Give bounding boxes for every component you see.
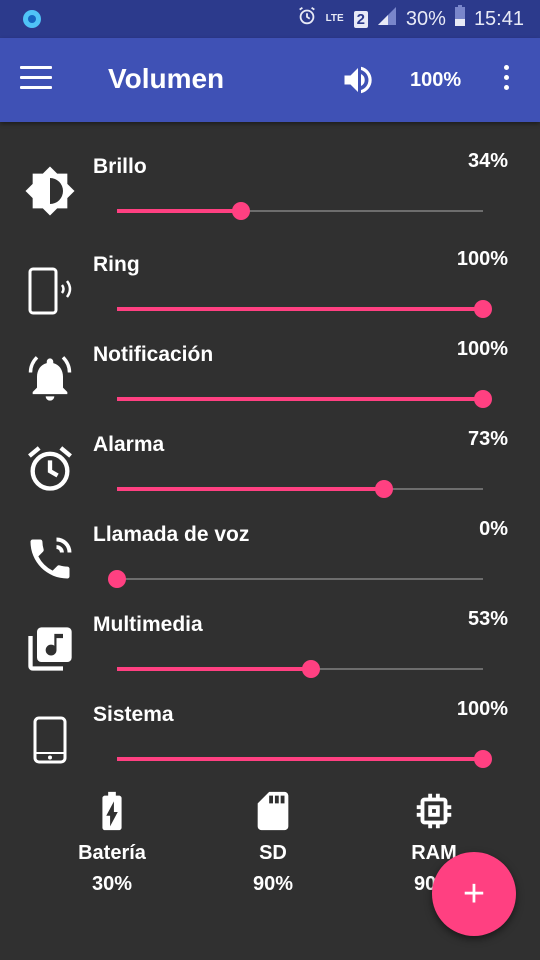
brightness-icon [24, 165, 76, 217]
control-row-sistema: Sistema 100% [0, 698, 540, 793]
control-row-brillo: Brillo 34% [0, 150, 540, 245]
stat-value: 90% [252, 873, 294, 895]
clock: 15:41 [473, 7, 524, 30]
network-type: LTE [325, 13, 344, 24]
slider-fill [117, 487, 385, 491]
control-label: Notificación [93, 343, 214, 366]
signal-icon [376, 5, 398, 33]
slider-thumb[interactable] [474, 390, 492, 408]
slider-thumb[interactable] [108, 570, 126, 588]
multimedia-slider[interactable] [117, 657, 483, 681]
phone-ring-icon [24, 263, 76, 315]
control-percent: 100% [456, 698, 508, 720]
llamada-de-voz-slider[interactable] [108, 567, 483, 591]
control-row-llamada-de-voz: Llamada de voz 0% [0, 518, 540, 613]
battery-percent: 30% [405, 7, 446, 30]
control-row-multimedia: Multimedia 53% [0, 608, 540, 703]
sim-badge: 2 [353, 10, 368, 28]
slider-thumb[interactable] [232, 202, 251, 220]
control-label: Multimedia [93, 613, 203, 636]
control-percent: 53% [467, 608, 508, 630]
sistema-slider[interactable] [117, 747, 492, 771]
phone-call-icon [24, 533, 76, 585]
control-label: Sistema [93, 703, 174, 726]
bell-icon [24, 353, 76, 405]
page-title: Volumen [108, 63, 225, 94]
add-button[interactable]: + [432, 852, 516, 936]
app-bar: Volumen 100% [0, 38, 540, 122]
sd-card-icon [250, 788, 296, 834]
battery-charging-icon [89, 788, 135, 834]
notificacion-slider[interactable] [117, 387, 492, 411]
slider-fill [117, 209, 242, 213]
alarm-status-icon [296, 5, 318, 33]
slider-fill [117, 307, 483, 311]
slider-thumb[interactable] [474, 300, 492, 318]
brillo-slider[interactable] [117, 199, 483, 223]
slider-thumb[interactable] [474, 750, 492, 768]
stat-value: 30% [91, 873, 133, 895]
slider-thumb[interactable] [301, 660, 320, 678]
battery-stat: Batería 30% [52, 788, 172, 896]
status-bar: LTE 2 30% 15:41 [0, 0, 540, 38]
control-percent: 73% [467, 428, 508, 450]
stat-label: SD [259, 842, 287, 864]
control-percent: 34% [467, 150, 508, 172]
control-row-alarma: Alarma 73% [0, 428, 540, 523]
control-percent: 0% [479, 518, 508, 540]
slider-thumb[interactable] [375, 480, 394, 498]
slider-fill [117, 757, 483, 761]
slider-fill [117, 667, 311, 671]
stat-label: Batería [78, 842, 146, 864]
ring-slider[interactable] [117, 297, 492, 321]
control-percent: 100% [456, 248, 508, 270]
alarm-clock-icon [24, 443, 76, 495]
control-row-ring: Ring 100% [0, 248, 540, 343]
slider-fill [117, 397, 483, 401]
control-label: Ring [93, 253, 140, 276]
volume-percent: 100% [410, 69, 462, 91]
plus-icon: + [462, 873, 486, 915]
control-label: Brillo [93, 155, 147, 178]
control-percent: 100% [456, 338, 508, 360]
memory-chip-icon [411, 788, 457, 834]
control-row-notificacion: Notificación 100% [0, 338, 540, 433]
volume-icon[interactable] [340, 62, 376, 98]
control-label: Alarma [93, 433, 165, 456]
alarma-slider[interactable] [117, 477, 483, 501]
app-notification-icon [22, 9, 42, 34]
battery-status-icon [454, 5, 466, 33]
menu-button[interactable] [20, 66, 52, 94]
overflow-menu-button[interactable] [496, 65, 516, 97]
sd-stat: SD 90% [213, 788, 333, 896]
device-icon [24, 713, 76, 765]
control-label: Llamada de voz [93, 523, 250, 546]
music-library-icon [24, 623, 76, 675]
